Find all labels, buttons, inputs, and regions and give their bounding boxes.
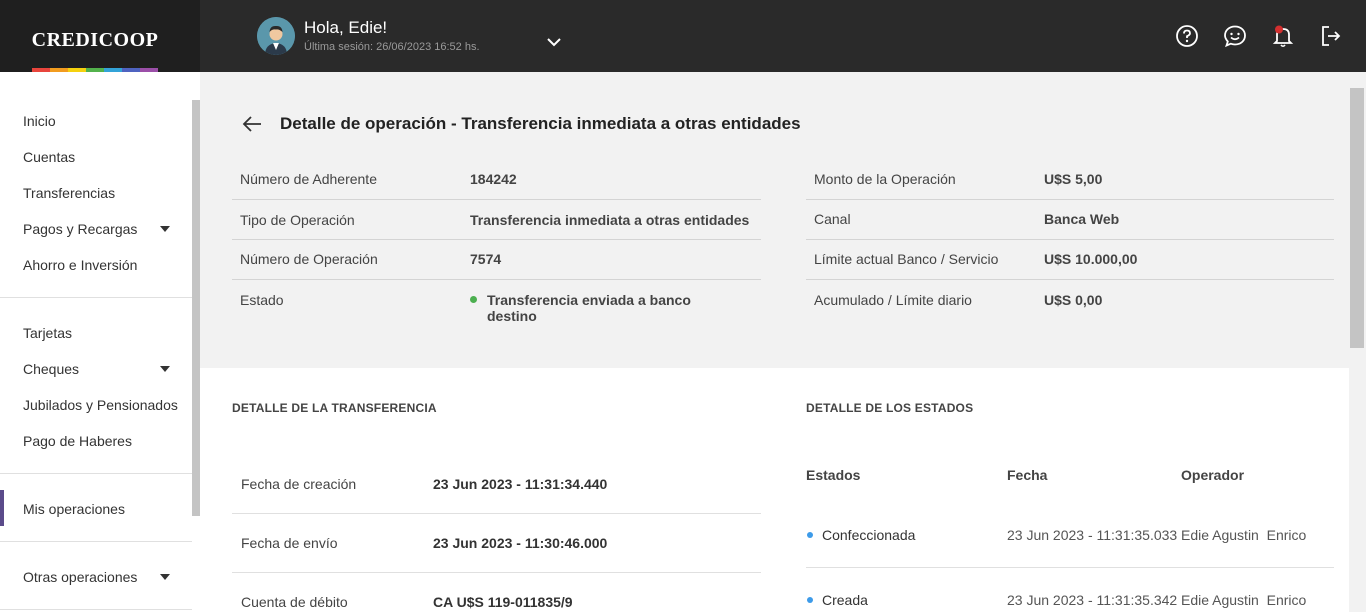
value-monto-operacion: U$S 5,00	[1044, 171, 1103, 187]
avatar[interactable]	[257, 17, 295, 55]
content-scrollbar[interactable]	[1350, 88, 1364, 348]
label-monto-operacion: Monto de la Operación	[814, 171, 956, 187]
state-name: Confeccionada	[822, 527, 916, 543]
sidebar-item-pagos-recargas[interactable]: Pagos y Recargas	[23, 220, 137, 238]
value-canal: Banca Web	[1044, 211, 1120, 227]
label-fecha-creacion: Fecha de creación	[241, 476, 357, 492]
section-title-estados: DETALLE DE LOS ESTADOS	[806, 401, 974, 415]
sidebar-item-cuentas[interactable]: Cuentas	[23, 148, 75, 166]
label-numero-operacion: Número de Operación	[240, 251, 378, 267]
label-tipo-operacion: Tipo de Operación	[240, 212, 355, 228]
top-header: Hola, Edie! Última sesión: 26/06/2023 16…	[200, 0, 1366, 72]
divider	[806, 239, 1334, 240]
chat-icon[interactable]	[1222, 23, 1248, 49]
state-operator: Edie Agustin Enrico	[1181, 527, 1307, 543]
sidebar-item-ahorro-inversion[interactable]: Ahorro e Inversión	[23, 256, 137, 274]
state-date: 23 Jun 2023 - 11:31:35.033	[1007, 527, 1178, 543]
label-numero-adherente: Número de Adherente	[240, 171, 377, 187]
caret-down-icon[interactable]	[160, 226, 170, 232]
label-cuenta-debito: Cuenta de débito	[241, 594, 348, 610]
notification-bell-icon[interactable]	[1270, 23, 1296, 49]
sidebar: Inicio Cuentas Transferencias Pagos y Re…	[0, 72, 200, 612]
state-name: Creada	[822, 592, 868, 608]
divider	[232, 513, 761, 514]
divider	[806, 199, 1334, 200]
state-operator: Edie Agustin Enrico	[1181, 592, 1307, 608]
back-arrow-icon[interactable]	[241, 114, 263, 139]
status-dot	[470, 296, 477, 303]
divider	[0, 541, 192, 542]
value-numero-operacion: 7574	[470, 251, 502, 267]
sidebar-item-jubilados[interactable]: Jubilados y Pensionados	[23, 396, 178, 414]
divider	[806, 279, 1334, 280]
label-estado: Estado	[240, 292, 284, 308]
value-cuenta-debito: CA U$S 119-011835/9	[433, 594, 573, 610]
value-tipo-operacion: Transferencia inmediata a otras entidade…	[470, 212, 750, 228]
greeting: Hola, Edie!	[304, 18, 388, 37]
column-header-estados: Estados	[806, 467, 861, 483]
value-numero-adherente: 184242	[470, 171, 517, 187]
logo-area[interactable]: CREDICOOP	[0, 0, 200, 72]
divider	[232, 239, 761, 240]
divider	[232, 572, 761, 573]
label-limite-actual: Límite actual Banco / Servicio	[814, 251, 999, 267]
page-title: Detalle de operación - Transferencia inm…	[280, 114, 801, 133]
divider	[0, 609, 192, 610]
sidebar-item-inicio[interactable]: Inicio	[23, 112, 56, 130]
last-session: Última sesión: 26/06/2023 16:52 hs.	[304, 41, 480, 53]
caret-down-icon[interactable]	[160, 366, 170, 372]
section-title-transferencia: DETALLE DE LA TRANSFERENCIA	[232, 401, 437, 415]
label-canal: Canal	[814, 211, 851, 227]
divider	[0, 297, 192, 298]
active-indicator	[0, 490, 4, 526]
label-acumulado: Acumulado / Límite diario	[814, 292, 972, 308]
logout-icon[interactable]	[1318, 23, 1344, 49]
divider	[232, 199, 761, 200]
value-fecha-creacion: 23 Jun 2023 - 11:31:34.440	[433, 476, 608, 492]
divider	[0, 473, 192, 474]
column-header-operador: Operador	[1181, 467, 1245, 483]
label-fecha-envio: Fecha de envío	[241, 535, 338, 551]
column-header-fecha: Fecha	[1007, 467, 1048, 483]
divider	[232, 279, 761, 280]
divider	[806, 567, 1334, 568]
sidebar-item-tarjetas[interactable]: Tarjetas	[23, 324, 72, 342]
sidebar-item-pago-haberes[interactable]: Pago de Haberes	[23, 432, 132, 450]
caret-down-icon[interactable]	[160, 574, 170, 580]
sidebar-scrollbar[interactable]	[192, 100, 200, 516]
value-estado: Transferencia enviada a banco destino	[487, 292, 691, 324]
value-acumulado: U$S 0,00	[1044, 292, 1103, 308]
sidebar-item-mis-operaciones[interactable]: Mis operaciones	[23, 500, 125, 518]
value-limite-actual: U$S 10.000,00	[1044, 251, 1138, 267]
help-icon[interactable]	[1174, 23, 1200, 49]
state-date: 23 Jun 2023 - 11:31:35.342	[1007, 592, 1178, 608]
chevron-down-icon[interactable]	[546, 34, 562, 52]
status-dot	[807, 597, 813, 603]
status-dot	[807, 532, 813, 538]
sidebar-item-transferencias[interactable]: Transferencias	[23, 184, 115, 202]
brand-logo: CREDICOOP	[31, 29, 159, 51]
sidebar-item-cheques[interactable]: Cheques	[23, 360, 79, 378]
sidebar-item-otras-operaciones[interactable]: Otras operaciones	[23, 568, 137, 586]
value-fecha-envio: 23 Jun 2023 - 11:30:46.000	[433, 535, 608, 551]
